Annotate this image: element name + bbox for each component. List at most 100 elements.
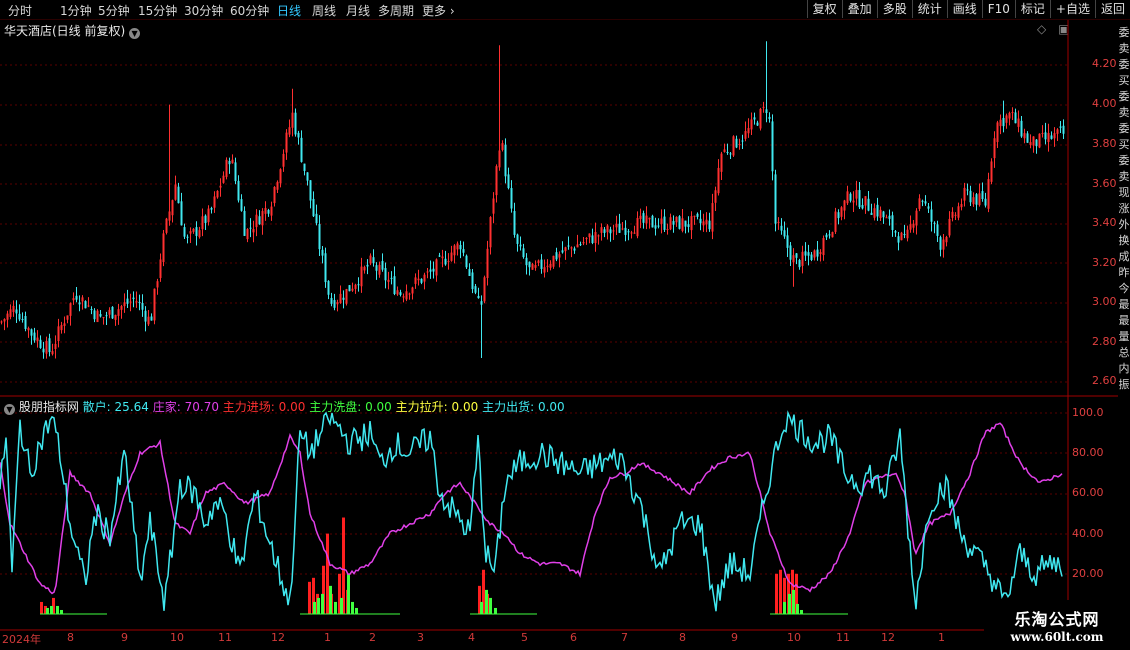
candle-body <box>723 149 726 152</box>
candle-body <box>1011 112 1014 114</box>
candle-body <box>528 261 531 268</box>
candle-body <box>543 267 546 273</box>
candle-body <box>900 232 903 241</box>
candle-body <box>228 161 231 165</box>
candle-body <box>261 211 264 226</box>
candlestick-series <box>0 41 1065 359</box>
wash-bar <box>46 607 49 614</box>
date-label: 10 <box>170 631 184 644</box>
candle-body <box>978 193 981 206</box>
candle-body <box>717 167 720 194</box>
candle-body <box>927 206 930 209</box>
candle-body <box>255 214 258 228</box>
candle-body <box>711 203 714 232</box>
candle-body <box>180 201 183 226</box>
candle-body <box>486 248 489 279</box>
wash-bar <box>56 605 59 614</box>
candle-body <box>294 112 297 135</box>
candle-body <box>27 328 30 331</box>
wash-bar <box>783 601 786 614</box>
main-entry-value: 主力进场: 0.00 <box>222 400 306 414</box>
side-panel-char: 外 <box>1118 218 1130 231</box>
wash-bar <box>329 585 332 614</box>
candle-body <box>393 276 396 294</box>
candle-body <box>855 189 858 199</box>
candle-body <box>21 319 24 321</box>
candle-body <box>186 236 189 238</box>
entry-bar <box>779 569 782 614</box>
candle-body <box>600 227 603 233</box>
candle-body <box>396 290 399 295</box>
indicator-dropdown-icon[interactable]: ▼ <box>4 404 15 415</box>
candle-body <box>402 296 405 298</box>
candle-body <box>471 272 474 290</box>
candle-body <box>759 108 762 129</box>
candle-body <box>903 234 906 236</box>
side-panel-char: 委 <box>1118 122 1130 135</box>
candle-body <box>51 351 54 355</box>
candle-body <box>834 211 837 232</box>
indicator-name: 股朋指标网 <box>18 400 79 414</box>
side-panel-char: 委 <box>1118 154 1130 167</box>
candle-body <box>513 211 516 235</box>
candle-body <box>1026 133 1029 143</box>
candle-body <box>714 190 717 203</box>
date-label: 8 <box>67 631 74 644</box>
candle-body <box>378 264 381 275</box>
candle-body <box>894 231 897 233</box>
candle-body <box>684 220 687 227</box>
candle-body <box>474 286 477 293</box>
candle-body <box>1017 118 1020 127</box>
candle-body <box>291 112 294 128</box>
candle-body <box>795 253 798 258</box>
candle-body <box>849 193 852 201</box>
candle-body <box>264 208 267 214</box>
candle-body <box>690 216 693 231</box>
candle-body <box>234 162 237 182</box>
candle-body <box>570 247 573 249</box>
candle-body <box>564 247 567 252</box>
candle-body <box>12 305 15 313</box>
candle-body <box>321 249 324 256</box>
date-label: 1 <box>938 631 945 644</box>
candle-body <box>177 186 180 204</box>
candle-body <box>249 227 252 229</box>
main-ship-value: 主力出货: 0.00 <box>482 400 565 414</box>
y-tick-label: 2.60 <box>1092 374 1117 387</box>
candle-body <box>102 317 105 319</box>
candle-body <box>3 319 6 322</box>
candle-body <box>804 251 807 256</box>
y-tick-label: 3.60 <box>1092 177 1117 190</box>
candle-body <box>345 289 348 304</box>
candle-body <box>813 250 816 258</box>
chart-canvas[interactable] <box>0 0 1118 650</box>
candle-body <box>39 339 42 348</box>
candle-body <box>138 302 141 304</box>
candle-body <box>957 206 960 218</box>
candle-body <box>960 204 963 208</box>
candle-body <box>411 287 414 294</box>
candle-body <box>282 153 285 167</box>
candle-body <box>483 277 486 302</box>
candle-body <box>861 205 864 209</box>
candle-body <box>798 260 801 268</box>
y-tick-label: 4.00 <box>1092 97 1117 110</box>
candle-body <box>756 122 759 126</box>
candle-body <box>687 224 690 227</box>
date-label: 9 <box>121 631 128 644</box>
candle-body <box>648 217 651 220</box>
candle-body <box>171 200 174 216</box>
side-panel-char: 卖 <box>1118 42 1130 55</box>
candle-body <box>213 196 216 208</box>
indicator-title-bar: ▼ 股朋指标网 散户: 25.64 庄家: 70.70 主力进场: 0.00 主… <box>4 398 565 415</box>
candle-body <box>858 190 861 208</box>
candle-body <box>822 238 825 256</box>
side-panel-char: 换 <box>1118 234 1130 247</box>
candle-body <box>1005 115 1008 123</box>
candle-body <box>273 186 276 204</box>
candle-body <box>429 269 432 272</box>
candle-body <box>909 224 912 230</box>
entry-bar <box>40 601 43 614</box>
candle-body <box>132 297 135 300</box>
candle-body <box>444 258 447 265</box>
